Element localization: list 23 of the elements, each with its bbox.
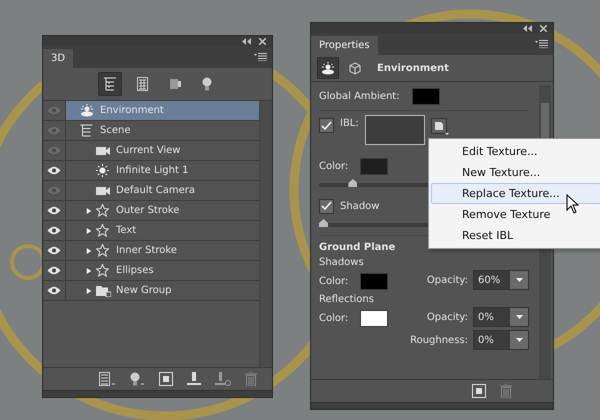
- field-label: Color:: [319, 312, 348, 324]
- layer-name: Default Camera: [116, 185, 195, 196]
- layer-name: Current View: [116, 145, 180, 156]
- field-label: Global Ambient:: [319, 90, 400, 102]
- subsection-title: Shadows: [319, 257, 365, 268]
- layer-name: Environment: [100, 105, 164, 116]
- layer-name: Ellipses: [116, 265, 154, 276]
- layer-name: Outer Stroke: [116, 205, 180, 216]
- field-label: IBL:: [340, 118, 359, 129]
- layer-name: Text: [116, 225, 136, 236]
- layer-name: New Group: [116, 285, 172, 296]
- layer-name: Scene: [100, 125, 130, 136]
- field-label: Color:: [319, 160, 348, 172]
- field-label: Color:: [319, 276, 348, 286]
- layer-name: Inner Stroke: [116, 245, 177, 256]
- subsection-title: Reflections: [319, 294, 375, 305]
- field-label: Opacity:: [426, 312, 468, 322]
- field-label: Opacity:: [426, 274, 468, 286]
- properties-title: Environment: [377, 62, 449, 74]
- layer-name: Infinite Light 1: [116, 165, 188, 176]
- field-label: Shadow: [340, 200, 380, 212]
- section-title: Ground Plane: [319, 242, 396, 253]
- field-label: Roughness:: [410, 334, 468, 346]
